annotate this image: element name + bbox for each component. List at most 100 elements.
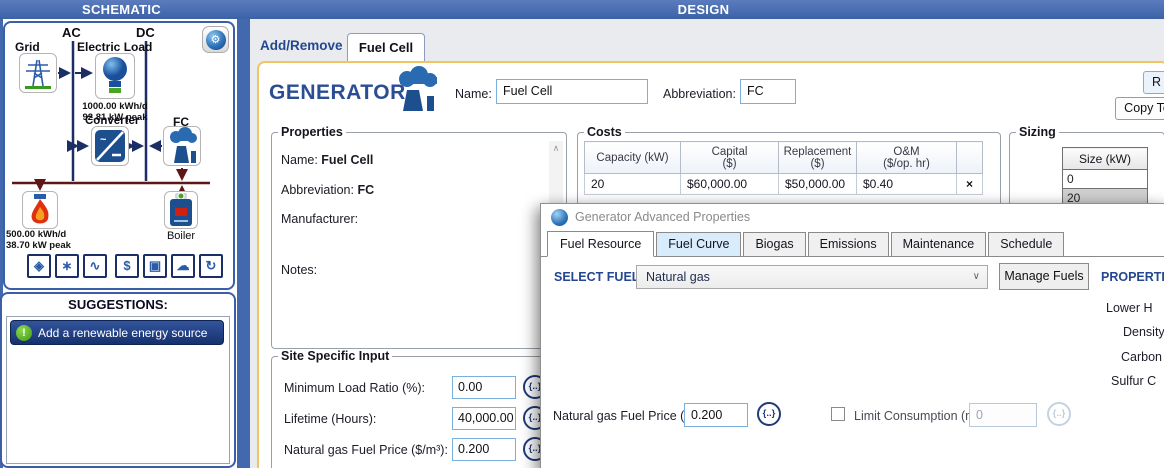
sizing-legend: Sizing — [1016, 125, 1059, 139]
carbon-label: Carbon — [1121, 350, 1162, 364]
thermal-load-stats: 500.00 kWh/d 38.70 kW peak — [6, 229, 71, 251]
costs-legend: Costs — [584, 125, 625, 139]
design-panel-title: DESIGN — [243, 0, 1164, 19]
properties-manufacturer: Manufacturer: — [281, 212, 358, 226]
boiler-node-label: Boiler — [164, 230, 198, 242]
suggestion-item[interactable]: ! Add a renewable energy source — [10, 320, 224, 345]
fuel-price-label: Natural gas Fuel Price ($/m³): — [284, 443, 448, 457]
costs-header-capacity: Capacity (kW) — [585, 142, 681, 174]
tab-schedule[interactable]: Schedule — [988, 232, 1064, 258]
svg-text:~: ~ — [100, 134, 107, 146]
flame-icon — [23, 192, 57, 228]
fuel-cell-node[interactable] — [163, 126, 201, 166]
tab-fuel-cell[interactable]: Fuel Cell — [347, 33, 425, 61]
scroll-up-icon[interactable]: ∧ — [549, 141, 563, 155]
tab-biogas[interactable]: Biogas — [743, 232, 805, 258]
abbreviation-input[interactable]: FC — [740, 79, 796, 104]
name-label: Name: — [455, 87, 492, 101]
properties-abbreviation: Abbreviation: FC — [281, 183, 374, 197]
boiler-node[interactable] — [164, 191, 198, 229]
manage-fuels-button[interactable]: Manage Fuels — [999, 263, 1089, 290]
min-load-ratio-input[interactable]: 0.00 — [452, 376, 516, 399]
tab-maintenance[interactable]: Maintenance — [891, 232, 987, 258]
sulfur-label: Sulfur C — [1111, 374, 1156, 388]
costs-cell-capacity[interactable]: 20 — [585, 174, 681, 195]
suggestions-panel: SUGGESTIONS: ! Add a renewable energy so… — [0, 292, 236, 468]
schematic-canvas: ⚙ AC DC Grid — [3, 21, 235, 290]
limit-consumption-checkbox[interactable] — [831, 407, 845, 421]
cube-icon[interactable]: ▣ — [143, 254, 167, 278]
lifetime-input[interactable]: 40,000.00 — [452, 407, 516, 430]
limit-consumption-input[interactable]: 0 — [969, 403, 1037, 427]
refresh-icon[interactable]: ↻ — [199, 254, 223, 278]
costs-header-replacement: Replacement ($) — [779, 142, 857, 174]
costs-data-row: 20 $60,000.00 $50,000.00 $0.40 × — [585, 174, 983, 195]
trend-icon[interactable]: ∿ — [83, 254, 107, 278]
fuel-price-input[interactable]: 0.200 — [452, 438, 516, 461]
copy-to-button[interactable]: Copy To — [1115, 97, 1164, 120]
suggestion-alert-icon: ! — [16, 325, 32, 341]
schematic-toolbar: ◈ ∗ ∿ $ ▣ ☁ ↻ — [5, 254, 233, 280]
converter-node[interactable]: ~ — [91, 126, 129, 166]
generator-heading: GENERATOR — [269, 81, 406, 105]
economics-icon[interactable]: $ — [115, 254, 139, 278]
suggestions-list: ! Add a renewable energy source — [6, 316, 230, 464]
costs-table: Capacity (kW) Capital ($) Replacement ($… — [584, 141, 983, 195]
cloud-icon[interactable]: ☁ — [171, 254, 195, 278]
app-window: SCHEMATIC DESIGN ⚙ AC DC — [0, 0, 1164, 468]
density-label: Density — [1123, 325, 1164, 339]
properties-fieldset: Properties Name: Fuel Cell Abbreviation:… — [271, 125, 567, 349]
costs-header-actions — [957, 142, 983, 174]
costs-header-row: Capacity (kW) Capital ($) Replacement ($… — [585, 142, 983, 174]
site-specific-fieldset: Site Specific Input Minimum Load Ratio (… — [271, 349, 547, 468]
abbreviation-label: Abbreviation: — [663, 87, 736, 101]
boiler-icon — [165, 192, 197, 228]
suggestions-title: SUGGESTIONS: — [2, 297, 234, 312]
limit-expression-button-disabled: {..} — [1047, 402, 1071, 426]
sizing-header: Size (kW) — [1063, 148, 1148, 170]
fuel-selected-value: Natural gas — [646, 266, 710, 288]
chevron-down-icon: ∨ — [973, 266, 980, 288]
properties-legend: Properties — [278, 125, 346, 139]
panel-divider — [237, 19, 250, 468]
site-specific-legend: Site Specific Input — [278, 349, 392, 363]
schematic-panel-title: SCHEMATIC — [0, 0, 243, 19]
min-load-ratio-label: Minimum Load Ratio (%): — [284, 381, 425, 395]
delete-row-icon[interactable]: × — [957, 174, 983, 195]
grid-node-label: Grid — [15, 40, 40, 54]
tab-fuel-resource[interactable]: Fuel Resource — [547, 231, 654, 257]
fuel-select-dropdown[interactable]: Natural gas ∨ — [636, 265, 988, 289]
dialog-fuel-price-input[interactable]: 0.200 — [684, 403, 748, 427]
costs-cell-capital[interactable]: $60,000.00 — [681, 174, 779, 195]
sizing-table: Size (kW) 0 20 — [1062, 147, 1148, 208]
tab-fuel-curve[interactable]: Fuel Curve — [656, 232, 741, 258]
fuel-properties-heading: PROPERTIE — [1101, 270, 1164, 284]
lower-heating-label: Lower H — [1106, 301, 1153, 315]
costs-header-capital: Capital ($) — [681, 142, 779, 174]
electric-load-node[interactable] — [95, 53, 135, 99]
dialog-title: Generator Advanced Properties — [575, 210, 750, 224]
electric-load-node-label: Electric Load — [77, 40, 152, 54]
costs-cell-replacement[interactable]: $50,000.00 — [779, 174, 857, 195]
dialog-fuel-price-expression-button[interactable]: {..} — [757, 402, 781, 426]
costs-header-om: O&M ($/op. hr) — [857, 142, 957, 174]
dialog-titlebar[interactable]: Generator Advanced Properties — [541, 204, 1164, 231]
sizing-row[interactable]: 0 — [1063, 170, 1148, 189]
properties-notes: Notes: — [281, 263, 317, 277]
name-input[interactable]: Fuel Cell — [496, 79, 648, 104]
dialog-app-icon — [551, 209, 568, 226]
select-fuel-label: SELECT FUEL: — [554, 270, 644, 284]
wind-icon[interactable]: ∗ — [55, 254, 79, 278]
top-header-bar: SCHEMATIC DESIGN — [0, 0, 1164, 19]
compass-icon[interactable]: ◈ — [27, 254, 51, 278]
tab-emissions[interactable]: Emissions — [808, 232, 889, 258]
tab-add-remove[interactable]: Add/Remove — [260, 38, 343, 53]
generator-advanced-properties-dialog: Generator Advanced Properties Fuel Resou… — [540, 203, 1164, 468]
remove-button[interactable]: R — [1143, 71, 1164, 94]
thermal-load-node[interactable] — [22, 191, 58, 229]
lifetime-label: Lifetime (Hours): — [284, 412, 376, 426]
properties-name: Name: Fuel Cell — [281, 153, 373, 167]
grid-node[interactable] — [19, 53, 57, 93]
costs-cell-om[interactable]: $0.40 — [857, 174, 957, 195]
dialog-tab-strip: Fuel Resource Fuel Curve Biogas Emission… — [547, 232, 1066, 258]
